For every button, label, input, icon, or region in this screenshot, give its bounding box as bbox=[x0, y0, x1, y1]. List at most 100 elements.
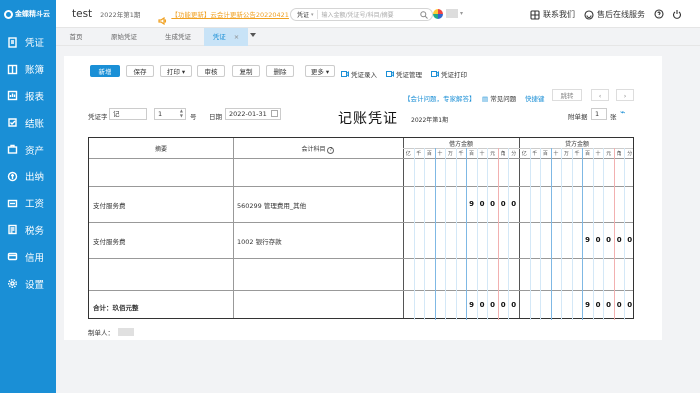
divider bbox=[233, 138, 234, 318]
logo-text: 金蝶精斗云 bbox=[15, 10, 50, 18]
debit-header: 借方金额 bbox=[448, 141, 473, 148]
attachment-label: 附单据 bbox=[568, 113, 588, 121]
tab-original-voucher[interactable]: 原始凭证 bbox=[104, 28, 144, 46]
summary-cell[interactable]: 支付服务费 bbox=[93, 200, 126, 210]
total-label: 合计：玖佰元整 bbox=[93, 304, 139, 312]
more-dropdown-button[interactable]: 更多 ▾ bbox=[305, 65, 335, 77]
sidebar-item-report[interactable]: 报表 bbox=[0, 83, 56, 110]
debit-amount-digit: 0 bbox=[511, 200, 517, 208]
sidebar-item-tax[interactable]: 税务 bbox=[0, 217, 56, 244]
total-credit-digit: 0 bbox=[616, 301, 622, 309]
credit-amount-digit: 0 bbox=[616, 236, 622, 244]
account-cell[interactable]: 1002 银行存款 bbox=[237, 236, 282, 246]
help-circle-icon[interactable]: ? bbox=[327, 147, 335, 154]
salary-icon bbox=[7, 198, 18, 209]
new-button[interactable]: 新增 bbox=[90, 65, 120, 77]
close-icon[interactable]: × bbox=[234, 33, 239, 41]
sidebar-item-settings[interactable]: 设置 bbox=[0, 270, 56, 297]
search-input[interactable]: 输入金额/凭证号/科目/摘要 bbox=[318, 10, 420, 19]
sidebar-item-label: 凭证 bbox=[25, 38, 45, 50]
voucher-number-suffix: 号 bbox=[190, 113, 197, 121]
voucher-word-select[interactable]: 记 bbox=[109, 108, 147, 120]
voucher-panel: 新增 保存 打印 ▾ 审核 复制 删除 更多 ▾ 凭证录入 凭证管理 凭证打印 … bbox=[64, 56, 662, 340]
sidebar-item-salary[interactable]: 工资 bbox=[0, 190, 56, 217]
attachment-count-input[interactable]: 1 bbox=[591, 108, 607, 120]
sidebar-item-label: 资产 bbox=[25, 145, 45, 157]
search-scope-select[interactable]: 凭证 ▾ bbox=[291, 10, 318, 19]
tab-generate-voucher[interactable]: 生成凭证 bbox=[156, 28, 200, 46]
global-search[interactable]: 凭证 ▾ 输入金额/凭证号/科目/摘要 bbox=[290, 8, 433, 21]
tab-home[interactable]: 首页 bbox=[61, 28, 91, 46]
voucher-entry-link[interactable]: 凭证录入 bbox=[341, 69, 377, 79]
jump-button[interactable]: 跳转 bbox=[552, 89, 582, 101]
delete-button[interactable]: 删除 bbox=[266, 65, 294, 77]
sidebar-item-credit[interactable]: 信用 bbox=[0, 243, 56, 270]
book-icon bbox=[7, 64, 18, 75]
digit-column-line bbox=[571, 148, 573, 320]
voucher-number-stepper[interactable]: 1 ▲ ▼ bbox=[154, 108, 186, 120]
attachment-suffix: 张 bbox=[610, 113, 617, 121]
power-icon[interactable] bbox=[672, 9, 685, 19]
help-icon[interactable] bbox=[654, 9, 667, 19]
report-icon bbox=[7, 90, 18, 101]
unit-label: 亿 bbox=[405, 151, 411, 157]
expert-help-link[interactable]: 【会计问题，专家解答】 bbox=[404, 93, 476, 103]
sidebar-item-cashier[interactable]: 出纳 bbox=[0, 163, 56, 190]
sidebar-item-closing[interactable]: 结账 bbox=[0, 109, 56, 136]
unit-label: 百 bbox=[542, 151, 548, 157]
digit-column-line bbox=[455, 148, 457, 320]
faq-link[interactable]: ▤ 常见问题 bbox=[482, 93, 516, 103]
unit-label: 十 bbox=[595, 151, 601, 157]
total-debit-digit: 0 bbox=[500, 301, 506, 309]
calendar-icon[interactable] bbox=[271, 110, 278, 117]
paperclip-icon[interactable]: ⌁ bbox=[620, 108, 625, 118]
sidebar-item-asset[interactable]: 资产 bbox=[0, 136, 56, 163]
unit-label: 十 bbox=[553, 151, 559, 157]
digit-column-line bbox=[413, 148, 415, 320]
prev-voucher-button[interactable]: ‹ bbox=[591, 89, 609, 101]
logo-icon bbox=[4, 9, 13, 19]
divider bbox=[403, 138, 404, 318]
divider bbox=[403, 148, 633, 149]
search-icon[interactable] bbox=[420, 10, 428, 19]
notice-link[interactable]: 【功能更新】云会计更新公告20220421 bbox=[171, 9, 289, 19]
document-icon: ▤ bbox=[482, 95, 489, 103]
digit-column-line bbox=[529, 148, 531, 320]
company-name[interactable]: test bbox=[72, 8, 92, 20]
print-dropdown-button[interactable]: 打印 ▾ bbox=[160, 65, 192, 77]
voucher-print-link[interactable]: 凭证打印 bbox=[431, 69, 467, 79]
unit-label: 分 bbox=[627, 151, 633, 157]
digit-column-line bbox=[487, 148, 489, 320]
user-chevron-icon[interactable]: ▾ bbox=[460, 10, 463, 17]
account-cell[interactable]: 560299 管理费用_其他 bbox=[237, 200, 306, 210]
maker-label: 制单人： bbox=[88, 329, 114, 337]
sidebar-item-book[interactable]: 账簿 bbox=[0, 56, 56, 83]
shortcut-link[interactable]: 快捷键 bbox=[525, 93, 545, 103]
voucher-manage-link[interactable]: 凭证管理 bbox=[386, 69, 422, 79]
sidebar-item-voucher[interactable]: 凭证 bbox=[0, 29, 56, 56]
unit-label: 百 bbox=[585, 151, 591, 157]
date-field[interactable]: 2022-01-31 bbox=[225, 108, 281, 120]
contact-us-link[interactable]: 联系我们 bbox=[530, 9, 575, 20]
digit-column-line bbox=[424, 148, 426, 320]
unit-label: 百 bbox=[426, 151, 432, 157]
tab-voucher[interactable]: 凭证 × bbox=[204, 28, 248, 46]
settings-icon bbox=[7, 278, 18, 289]
closing-icon bbox=[7, 117, 18, 128]
tab-more-chevron-icon[interactable] bbox=[250, 33, 256, 37]
avatar[interactable] bbox=[433, 9, 443, 19]
save-button[interactable]: 保存 bbox=[126, 65, 154, 77]
username-masked[interactable] bbox=[446, 9, 458, 18]
next-voucher-button[interactable]: › bbox=[616, 89, 634, 101]
summary-cell[interactable]: 支付服务费 bbox=[93, 236, 126, 246]
debit-amount-digit: 0 bbox=[479, 200, 485, 208]
digit-column-line bbox=[582, 148, 584, 320]
unit-label: 千 bbox=[458, 151, 464, 157]
copy-button[interactable]: 复制 bbox=[232, 65, 260, 77]
sidebar-item-label: 税务 bbox=[25, 225, 45, 237]
digit-column-line bbox=[508, 148, 510, 320]
after-sales-service-link[interactable]: 售后在线服务 bbox=[584, 9, 645, 20]
stepper-arrows-icon[interactable]: ▲ ▼ bbox=[180, 108, 183, 118]
audit-button[interactable]: 审核 bbox=[197, 65, 225, 77]
total-debit-digit: 0 bbox=[490, 301, 496, 309]
